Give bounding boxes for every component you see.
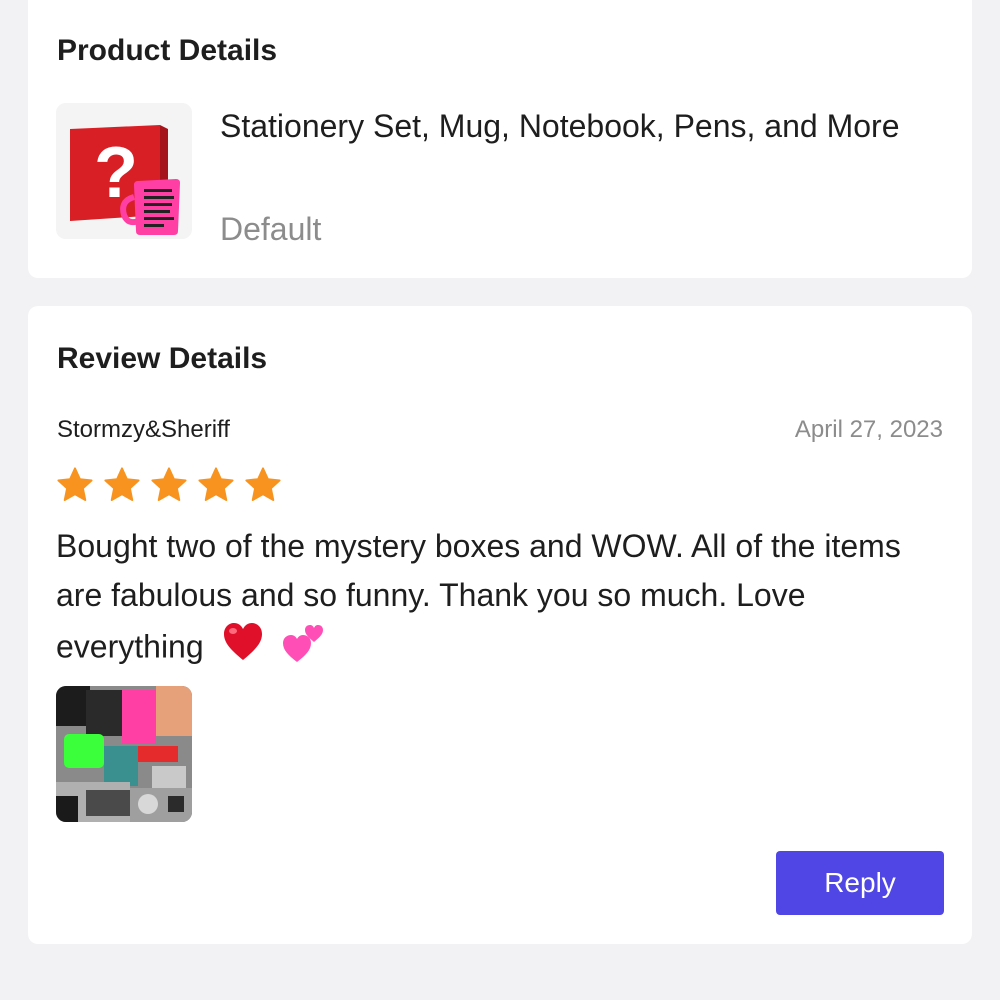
reply-button[interactable]: Reply bbox=[776, 851, 944, 915]
star-rating bbox=[56, 466, 282, 504]
review-photo[interactable] bbox=[56, 686, 192, 822]
review-details-card: Review Details Stormzy&Sheriff April 27,… bbox=[28, 306, 972, 944]
product-details-card: Product Details ? Stationery Set, Mug, N… bbox=[28, 0, 972, 278]
star-icon bbox=[151, 467, 187, 501]
star-icon bbox=[198, 467, 234, 501]
review-photo-image bbox=[56, 686, 192, 822]
star-icon bbox=[104, 467, 140, 501]
review-text: Bought two of the mystery boxes and WOW.… bbox=[56, 522, 936, 678]
product-name[interactable]: Stationery Set, Mug, Notebook, Pens, and… bbox=[220, 102, 920, 151]
mystery-box-image: ? bbox=[56, 103, 192, 239]
star-icon bbox=[57, 467, 93, 501]
product-variant: Default bbox=[220, 211, 322, 247]
star-icon bbox=[245, 467, 281, 501]
two-hearts-icon bbox=[281, 620, 325, 678]
product-thumbnail[interactable]: ? bbox=[56, 103, 192, 239]
review-body: Bought two of the mystery boxes and WOW.… bbox=[56, 528, 901, 665]
review-details-title: Review Details bbox=[57, 342, 268, 375]
reviewer-name: Stormzy&Sheriff bbox=[57, 416, 230, 443]
heart-icon bbox=[221, 620, 265, 678]
review-date: April 27, 2023 bbox=[794, 416, 943, 443]
product-details-title: Product Details bbox=[57, 34, 278, 67]
